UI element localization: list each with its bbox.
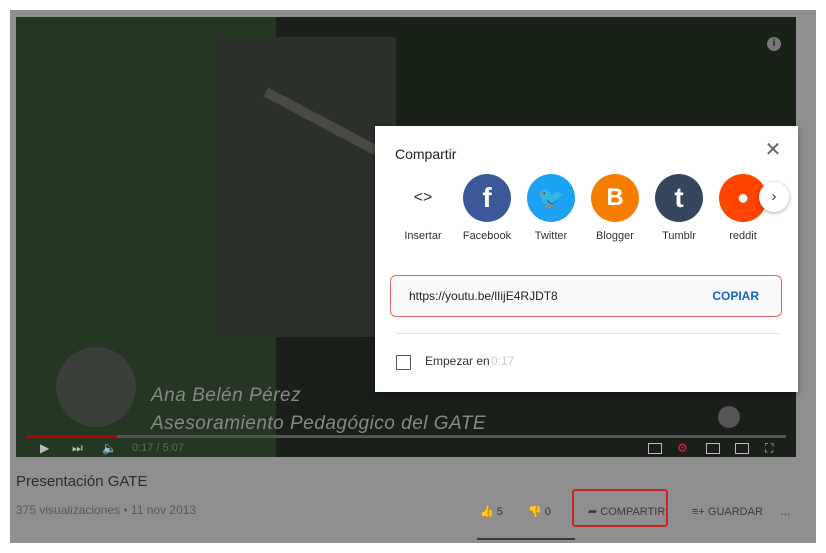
dialog-title: Compartir (395, 146, 457, 162)
progress-fill (26, 435, 118, 438)
settings-icon[interactable]: ⚙ (677, 439, 688, 457)
fullscreen-icon[interactable]: ⛶ (765, 439, 773, 457)
start-at-checkbox[interactable] (396, 355, 411, 370)
share-button-highlight (572, 489, 668, 527)
like-bar (477, 538, 575, 540)
player-controls: ▶ ⏭ 🔈 0:17 / 5:07 ⚙ ⛶ (16, 439, 796, 457)
blogger-icon: B (591, 174, 639, 222)
share-blogger[interactable]: B Blogger (584, 174, 646, 242)
chevron-right-icon[interactable]: › (759, 182, 789, 212)
dislike-count: 0 (544, 506, 551, 518)
start-at-label: Empezar en (425, 354, 490, 368)
share-twitter[interactable]: 🐦 Twitter (520, 174, 582, 242)
share-label: reddit (729, 230, 757, 242)
tumblr-icon: t (655, 174, 703, 222)
embed-icon: <> (413, 189, 433, 206)
next-video-icon[interactable]: ⏭ (72, 439, 83, 457)
theater-mode-icon[interactable] (735, 443, 749, 454)
share-facebook[interactable]: f Facebook (456, 174, 518, 242)
share-label: Blogger (596, 230, 634, 242)
play-icon[interactable]: ▶ (40, 439, 49, 457)
twitter-icon: 🐦 (527, 174, 575, 222)
video-caption-role: Asesoramiento Pedagógico del GATE (151, 413, 487, 434)
close-icon[interactable]: ✕ (763, 140, 783, 160)
share-embed[interactable]: <> Insertar (392, 174, 454, 242)
subtitles-icon[interactable] (648, 443, 662, 454)
share-dialog: Compartir ✕ <> Insertar f Facebook 🐦 Twi… (375, 126, 798, 392)
video-meta: 375 visualizaciones • 11 nov 2013 (16, 503, 197, 517)
divider (395, 333, 779, 334)
share-label: Tumblr (662, 230, 696, 242)
info-icon[interactable]: i (767, 37, 781, 51)
video-info: Presentación GATE 375 visualizaciones • … (10, 457, 816, 543)
thumbs-up-icon: 👍 (480, 506, 494, 518)
copy-button[interactable]: COPIAR (712, 289, 759, 303)
more-actions-button[interactable]: … (780, 501, 791, 523)
share-label: Facebook (462, 230, 512, 242)
share-url[interactable]: https://youtu.be/lIijE4RJDT8 (409, 289, 558, 303)
time-display: 0:17 / 5:07 (132, 442, 184, 454)
like-button[interactable]: 👍 5 (480, 501, 503, 523)
miniplayer-icon[interactable] (706, 443, 720, 454)
share-tumblr[interactable]: t Tumblr (648, 174, 710, 242)
start-at-time[interactable]: 0:17 (491, 354, 514, 368)
progress-bar[interactable] (26, 435, 786, 438)
volume-icon[interactable]: 🔈 (102, 439, 117, 457)
dislike-button[interactable]: 👎 0 (528, 501, 551, 523)
thumbs-down-icon: 👎 (528, 506, 542, 518)
channel-watermark-icon[interactable] (718, 406, 740, 428)
facebook-icon: f (463, 174, 511, 222)
seal-logo (56, 347, 136, 427)
share-url-field[interactable]: https://youtu.be/lIijE4RJDT8 COPIAR (390, 275, 782, 317)
video-caption-name: Ana Belén Pérez (151, 385, 302, 406)
save-button-label: GUARDAR (707, 506, 763, 518)
share-label: Twitter (534, 230, 568, 242)
save-button[interactable]: ≡+ GUARDAR (692, 501, 763, 523)
like-count: 5 (496, 506, 503, 518)
share-label: Insertar (404, 230, 442, 242)
playlist-add-icon: ≡+ (692, 506, 705, 518)
video-title: Presentación GATE (16, 473, 148, 490)
